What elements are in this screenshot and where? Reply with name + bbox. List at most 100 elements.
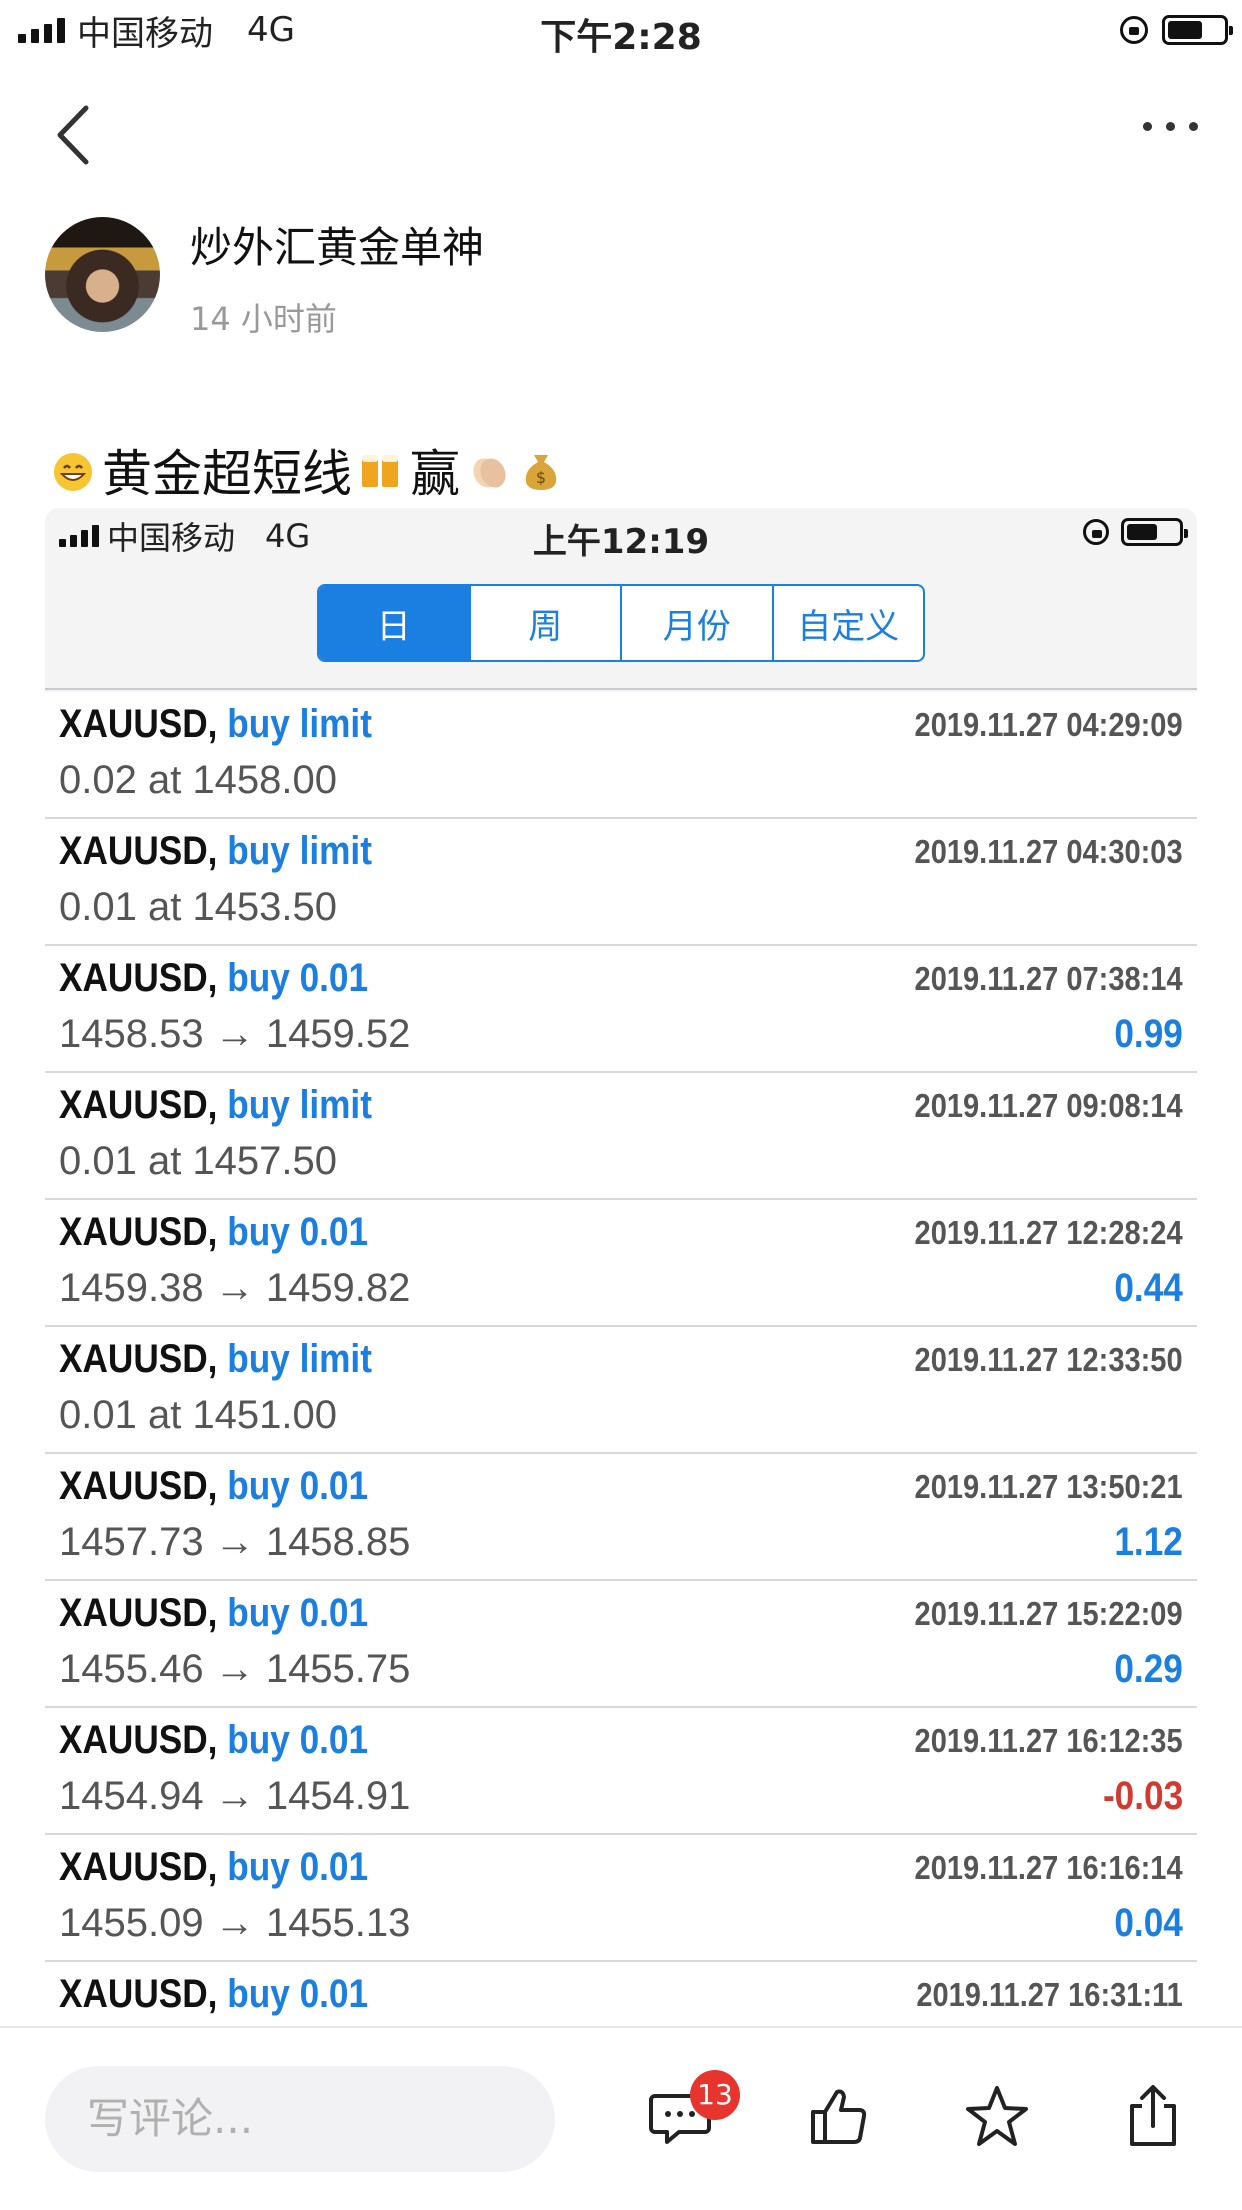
battery-icon bbox=[1121, 518, 1188, 546]
tab-week[interactable]: 周 bbox=[468, 586, 621, 660]
favorite-star-icon[interactable] bbox=[962, 2082, 1032, 2152]
order-profit: 0.99 bbox=[1114, 1012, 1183, 1056]
order-row[interactable]: XAUUSD, buy limit 2019.11.27 12:33:50 0.01… bbox=[45, 1327, 1197, 1454]
symbol-text: XAUUSD, bbox=[59, 1591, 218, 1635]
order-detail: 0.02 at 1458.00 bbox=[59, 758, 338, 802]
tab-day[interactable]: 日 bbox=[319, 586, 469, 660]
divider bbox=[45, 688, 1197, 690]
order-profit: 1.12 bbox=[1114, 1520, 1183, 1564]
order-symbol: XAUUSD, buy 0.01 bbox=[59, 1972, 368, 2017]
back-icon[interactable] bbox=[48, 100, 102, 170]
bottom-action-bar: 写评论... 13 bbox=[0, 2026, 1242, 2210]
order-symbol: XAUUSD, buy limit bbox=[59, 702, 372, 747]
comment-input[interactable]: 写评论... bbox=[45, 2066, 555, 2172]
status-bar: 中国移动 4G 下午2:28 bbox=[0, 0, 1242, 62]
order-row[interactable]: XAUUSD, buy 0.01 2019.11.27 07:38:14 1458.… bbox=[45, 946, 1197, 1073]
order-detail: 0.01 at 1453.50 bbox=[59, 885, 338, 929]
symbol-text: XAUUSD, bbox=[59, 1845, 218, 1889]
order-symbol: XAUUSD, buy 0.01 bbox=[59, 1464, 368, 1509]
share-icon[interactable] bbox=[1118, 2082, 1188, 2152]
order-time: 2019.11.27 12:33:50 bbox=[914, 1341, 1183, 1378]
inner-status-bar: 中国移动 4G 上午12:19 bbox=[45, 508, 1197, 564]
inner-status-right bbox=[1083, 518, 1188, 546]
order-symbol: XAUUSD, buy 0.01 bbox=[59, 1845, 368, 1890]
order-profit: -0.03 bbox=[1102, 1774, 1183, 1818]
order-time: 2019.11.27 16:31:11 bbox=[916, 1976, 1183, 2013]
symbol-text: XAUUSD, bbox=[59, 702, 218, 746]
symbol-text: XAUUSD, bbox=[59, 1083, 218, 1127]
avatar[interactable] bbox=[45, 217, 160, 332]
order-profit: 0.29 bbox=[1114, 1647, 1183, 1691]
order-action: buy 0.01 bbox=[227, 1210, 369, 1254]
like-icon[interactable] bbox=[805, 2082, 875, 2152]
order-symbol: XAUUSD, buy 0.01 bbox=[59, 1591, 368, 1636]
symbol-text: XAUUSD, bbox=[59, 1718, 218, 1762]
order-detail: 1455.46 → 1455.75 bbox=[59, 1647, 411, 1691]
order-row[interactable]: XAUUSD, buy 0.01 2019.11.27 16:12:35 1454.… bbox=[45, 1708, 1197, 1835]
inner-status-time: 上午12:19 bbox=[532, 522, 710, 562]
order-action: buy limit bbox=[227, 829, 372, 873]
order-action: buy 0.01 bbox=[227, 1845, 369, 1889]
order-row[interactable]: XAUUSD, buy limit 2019.11.27 09:08:14 0.01… bbox=[45, 1073, 1197, 1200]
order-action: buy limit bbox=[227, 1337, 372, 1381]
order-detail: 1457.73 → 1458.85 bbox=[59, 1520, 411, 1564]
order-action: buy 0.01 bbox=[227, 956, 369, 1000]
order-time: 2019.11.27 07:38:14 bbox=[914, 960, 1183, 997]
order-action: buy 0.01 bbox=[227, 1591, 369, 1635]
tab-custom[interactable]: 自定义 bbox=[771, 586, 924, 660]
order-time: 2019.11.27 16:16:14 bbox=[914, 1849, 1183, 1886]
comment-count-badge: 13 bbox=[690, 2070, 740, 2120]
order-symbol: XAUUSD, buy limit bbox=[59, 829, 372, 874]
post-title-win: 赢 bbox=[410, 445, 460, 503]
more-options-icon[interactable] bbox=[1143, 122, 1198, 131]
clinking-beer-emoji bbox=[362, 455, 398, 487]
post-time: 14 小时前 bbox=[190, 300, 337, 338]
order-profit: 0.04 bbox=[1114, 1901, 1183, 1945]
order-symbol: XAUUSD, buy 0.01 bbox=[59, 956, 368, 1001]
order-time: 2019.11.27 16:12:35 bbox=[914, 1722, 1183, 1759]
order-time: 2019.11.27 04:30:03 bbox=[914, 833, 1183, 870]
rotation-lock-icon bbox=[1083, 519, 1109, 545]
status-bar-right bbox=[1120, 10, 1233, 50]
order-row[interactable]: XAUUSD, buy 0.01 2019.11.27 12:28:24 1459.… bbox=[45, 1200, 1197, 1327]
battery-icon bbox=[1162, 15, 1233, 45]
symbol-text: XAUUSD, bbox=[59, 829, 218, 873]
period-segmented-control: 日 周 月份 自定义 bbox=[317, 584, 925, 662]
symbol-text: XAUUSD, bbox=[59, 1337, 218, 1381]
order-action: buy 0.01 bbox=[227, 1464, 369, 1508]
status-time: 下午2:28 bbox=[540, 17, 702, 58]
symbol-text: XAUUSD, bbox=[59, 956, 218, 1000]
order-detail: 0.01 at 1451.00 bbox=[59, 1393, 338, 1437]
order-symbol: XAUUSD, buy limit bbox=[59, 1083, 372, 1128]
symbol-text: XAUUSD, bbox=[59, 1464, 218, 1508]
order-detail: 1458.53 → 1459.52 bbox=[59, 1012, 411, 1056]
rotation-lock-icon bbox=[1120, 16, 1148, 44]
order-row[interactable]: XAUUSD, buy 0.01 2019.11.27 15:22:09 1455.… bbox=[45, 1581, 1197, 1708]
money-bag-emoji: $ bbox=[525, 455, 557, 490]
post-title-text: 黄金超短线 bbox=[102, 445, 352, 503]
order-action: buy limit bbox=[227, 1083, 372, 1127]
clapping-hands-emoji bbox=[473, 458, 506, 488]
author-name[interactable]: 炒外汇黄金单神 bbox=[190, 214, 484, 275]
grinning-face-emoji bbox=[54, 453, 92, 491]
order-detail: 1454.94 → 1454.91 bbox=[59, 1774, 411, 1818]
order-time: 2019.11.27 15:22:09 bbox=[914, 1595, 1183, 1632]
svg-text:$: $ bbox=[536, 468, 546, 487]
order-time: 2019.11.27 13:50:21 bbox=[914, 1468, 1183, 1505]
order-action: buy limit bbox=[227, 702, 372, 746]
order-row[interactable]: XAUUSD, buy 0.01 2019.11.27 13:50:21 1457.… bbox=[45, 1454, 1197, 1581]
orders-list: XAUUSD, buy limit 2019.11.27 04:29:09 0.02… bbox=[45, 692, 1197, 2028]
order-detail: 1455.09 → 1455.13 bbox=[59, 1901, 411, 1945]
post-title: 黄金超短线 赢 $ bbox=[50, 434, 564, 506]
order-symbol: XAUUSD, buy limit bbox=[59, 1337, 372, 1382]
order-detail: 0.01 at 1457.50 bbox=[59, 1139, 338, 1183]
order-profit: 0.44 bbox=[1114, 1266, 1183, 1310]
tab-month[interactable]: 月份 bbox=[620, 586, 772, 660]
order-symbol: XAUUSD, buy 0.01 bbox=[59, 1718, 368, 1763]
order-time: 2019.11.27 09:08:14 bbox=[914, 1087, 1183, 1124]
order-row[interactable]: XAUUSD, buy 0.01 2019.11.27 16:31:11 bbox=[45, 1962, 1197, 2028]
symbol-text: XAUUSD, bbox=[59, 1972, 218, 2016]
order-row[interactable]: XAUUSD, buy limit 2019.11.27 04:30:03 0.01… bbox=[45, 819, 1197, 946]
order-row[interactable]: XAUUSD, buy limit 2019.11.27 04:29:09 0.02… bbox=[45, 692, 1197, 819]
order-row[interactable]: XAUUSD, buy 0.01 2019.11.27 16:16:14 1455.… bbox=[45, 1835, 1197, 1962]
